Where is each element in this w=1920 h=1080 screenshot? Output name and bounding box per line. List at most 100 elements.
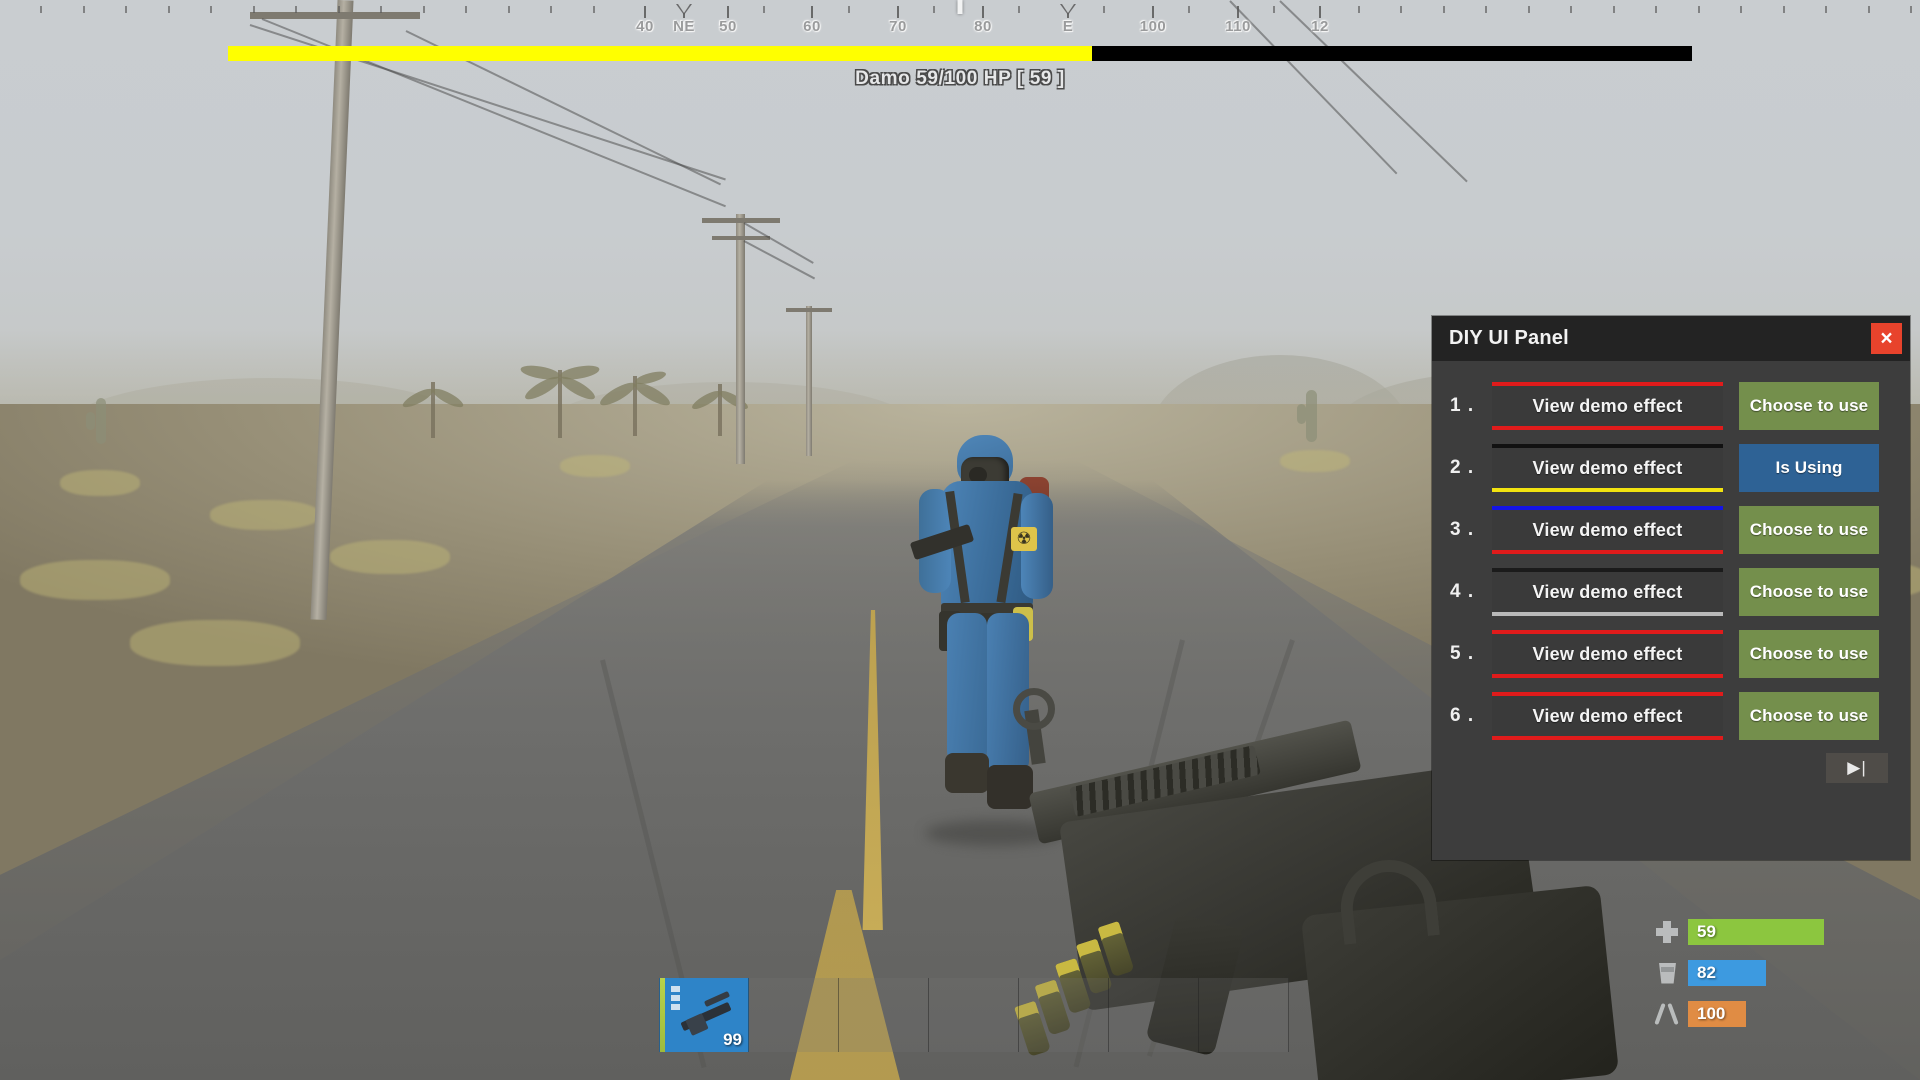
hotbar-slot[interactable]: [1199, 978, 1289, 1052]
view-demo-effect-button[interactable]: View demo effect: [1492, 630, 1723, 678]
compass-tick: [982, 6, 984, 18]
compass-tick-minor: [1443, 6, 1445, 13]
target-hp-bar: [228, 46, 1692, 61]
compass-label: 70: [889, 18, 907, 35]
status-bar-food: 100: [1688, 1000, 1746, 1027]
compass-tick-minor: [550, 6, 552, 13]
is-using-button[interactable]: Is Using: [1739, 444, 1879, 492]
panel-row: 5 . View demo effect Choose to use: [1432, 623, 1910, 685]
row-number-label: 2 .: [1450, 457, 1475, 478]
pole-crossarm: [786, 308, 832, 312]
compass-tick-minor: [1358, 6, 1360, 13]
compass-tick-minor: [1740, 6, 1742, 13]
compass-tick: [727, 6, 729, 18]
close-icon[interactable]: ×: [1871, 323, 1902, 354]
palm-tree: [400, 382, 466, 438]
compass-tick-minor: [1400, 6, 1402, 13]
hotbar-slot[interactable]: 99: [659, 978, 749, 1052]
compass-cardinal-marker: [1060, 4, 1076, 15]
row-number-label: 1 .: [1450, 395, 1475, 416]
panel-title: DIY UI Panel: [1449, 327, 1569, 349]
pole-crossarm: [712, 236, 770, 240]
cactus: [1306, 390, 1317, 442]
panel-row: 3 . View demo effect Choose to use: [1432, 499, 1910, 561]
compass-tick-minor: [210, 6, 212, 13]
compass-tick-minor: [295, 6, 297, 13]
compass-tick-minor: [40, 6, 42, 13]
choose-to-use-button[interactable]: Choose to use: [1739, 568, 1879, 616]
compass-tick-minor: [83, 6, 85, 13]
compass-tick: [1237, 6, 1239, 18]
scrub-bush: [20, 560, 170, 600]
compass-label: 60: [803, 18, 821, 35]
compass-tick-minor: [253, 6, 255, 13]
hotbar-slot[interactable]: [1019, 978, 1109, 1052]
scrub-bush: [330, 540, 450, 574]
target-hp-fill: [228, 46, 1092, 61]
panel-body: 1 . View demo effect Choose to use 2 . View …: [1432, 361, 1910, 747]
scrub-bush: [210, 500, 320, 530]
pole-crossarm: [702, 218, 780, 223]
panel-footer: ▶|: [1432, 747, 1910, 783]
compass-tick-minor: [1273, 6, 1275, 13]
choose-to-use-button[interactable]: Choose to use: [1739, 630, 1879, 678]
cactus: [1297, 404, 1306, 424]
panel-row: 1 . View demo effect Choose to use: [1432, 375, 1910, 437]
hotbar-slot[interactable]: [839, 978, 929, 1052]
utility-pole: [736, 214, 745, 464]
compass-tick-minor: [1018, 6, 1020, 13]
view-demo-effect-button[interactable]: View demo effect: [1492, 444, 1723, 492]
scrub-bush: [60, 470, 140, 496]
cactus: [86, 412, 95, 430]
player-status-bars: 59 82 100: [1652, 915, 1842, 1038]
compass-tick-minor: [1528, 6, 1530, 13]
view-demo-effect-button[interactable]: View demo effect: [1492, 692, 1723, 740]
panel-header: DIY UI Panel ×: [1432, 316, 1910, 361]
compass-tick-minor: [1103, 6, 1105, 13]
scrub-bush: [1280, 450, 1350, 472]
view-demo-effect-button[interactable]: View demo effect: [1492, 382, 1723, 430]
food-utensils-icon: [1652, 1001, 1682, 1027]
status-row-health: 59: [1652, 915, 1842, 948]
compass-tick-minor: [380, 6, 382, 13]
compass-label: NE: [673, 18, 695, 35]
status-bar-water: 82: [1688, 959, 1767, 986]
hotbar: 99: [659, 978, 1289, 1052]
compass-tick-minor: [508, 6, 510, 13]
compass-tick-minor: [1613, 6, 1615, 13]
health-cross-icon: [1652, 919, 1682, 945]
next-page-icon[interactable]: ▶|: [1826, 753, 1888, 783]
compass-tick-minor: [933, 6, 935, 13]
compass-tick-minor: [338, 6, 340, 13]
choose-to-use-button[interactable]: Choose to use: [1739, 506, 1879, 554]
target-hp-label: Damo 59/100 HP [ 59 ]: [855, 68, 1065, 89]
compass-tick-minor: [848, 6, 850, 13]
row-number-label: 6 .: [1450, 705, 1475, 726]
panel-row: 2 . View demo effect Is Using: [1432, 437, 1910, 499]
hotbar-slot[interactable]: [749, 978, 839, 1052]
compass-tick-minor: [1655, 6, 1657, 13]
view-demo-effect-button[interactable]: View demo effect: [1492, 568, 1723, 616]
palm-tree: [597, 369, 673, 436]
choose-to-use-button[interactable]: Choose to use: [1739, 692, 1879, 740]
item-durability-bar: [660, 978, 665, 1052]
utility-pole: [806, 306, 812, 456]
compass-tick: [811, 6, 813, 18]
compass-tick: [1152, 6, 1154, 18]
row-number-label: 4 .: [1450, 581, 1475, 602]
hotbar-slot[interactable]: [929, 978, 1019, 1052]
view-demo-effect-button[interactable]: View demo effect: [1492, 506, 1723, 554]
hotbar-slot[interactable]: [1109, 978, 1199, 1052]
compass-tick-minor: [465, 6, 467, 13]
compass-label: 12: [1311, 18, 1329, 35]
compass-tick-minor: [1783, 6, 1785, 13]
compass-tick: [1319, 6, 1321, 18]
game-screen: 40 NE 50 60 70 80 E 100 110 12 Damo 59/100 HP [ 5…: [0, 0, 1920, 1080]
compass-tick-minor: [1188, 6, 1190, 13]
choose-to-use-button[interactable]: Choose to use: [1739, 382, 1879, 430]
compass-tick-minor: [168, 6, 170, 13]
compass-cardinal-marker: [676, 4, 692, 15]
item-count-label: 99: [723, 1030, 742, 1049]
row-number-label: 3 .: [1450, 519, 1475, 540]
target-health-display: Damo 59/100 HP [ 59 ]: [228, 46, 1692, 90]
